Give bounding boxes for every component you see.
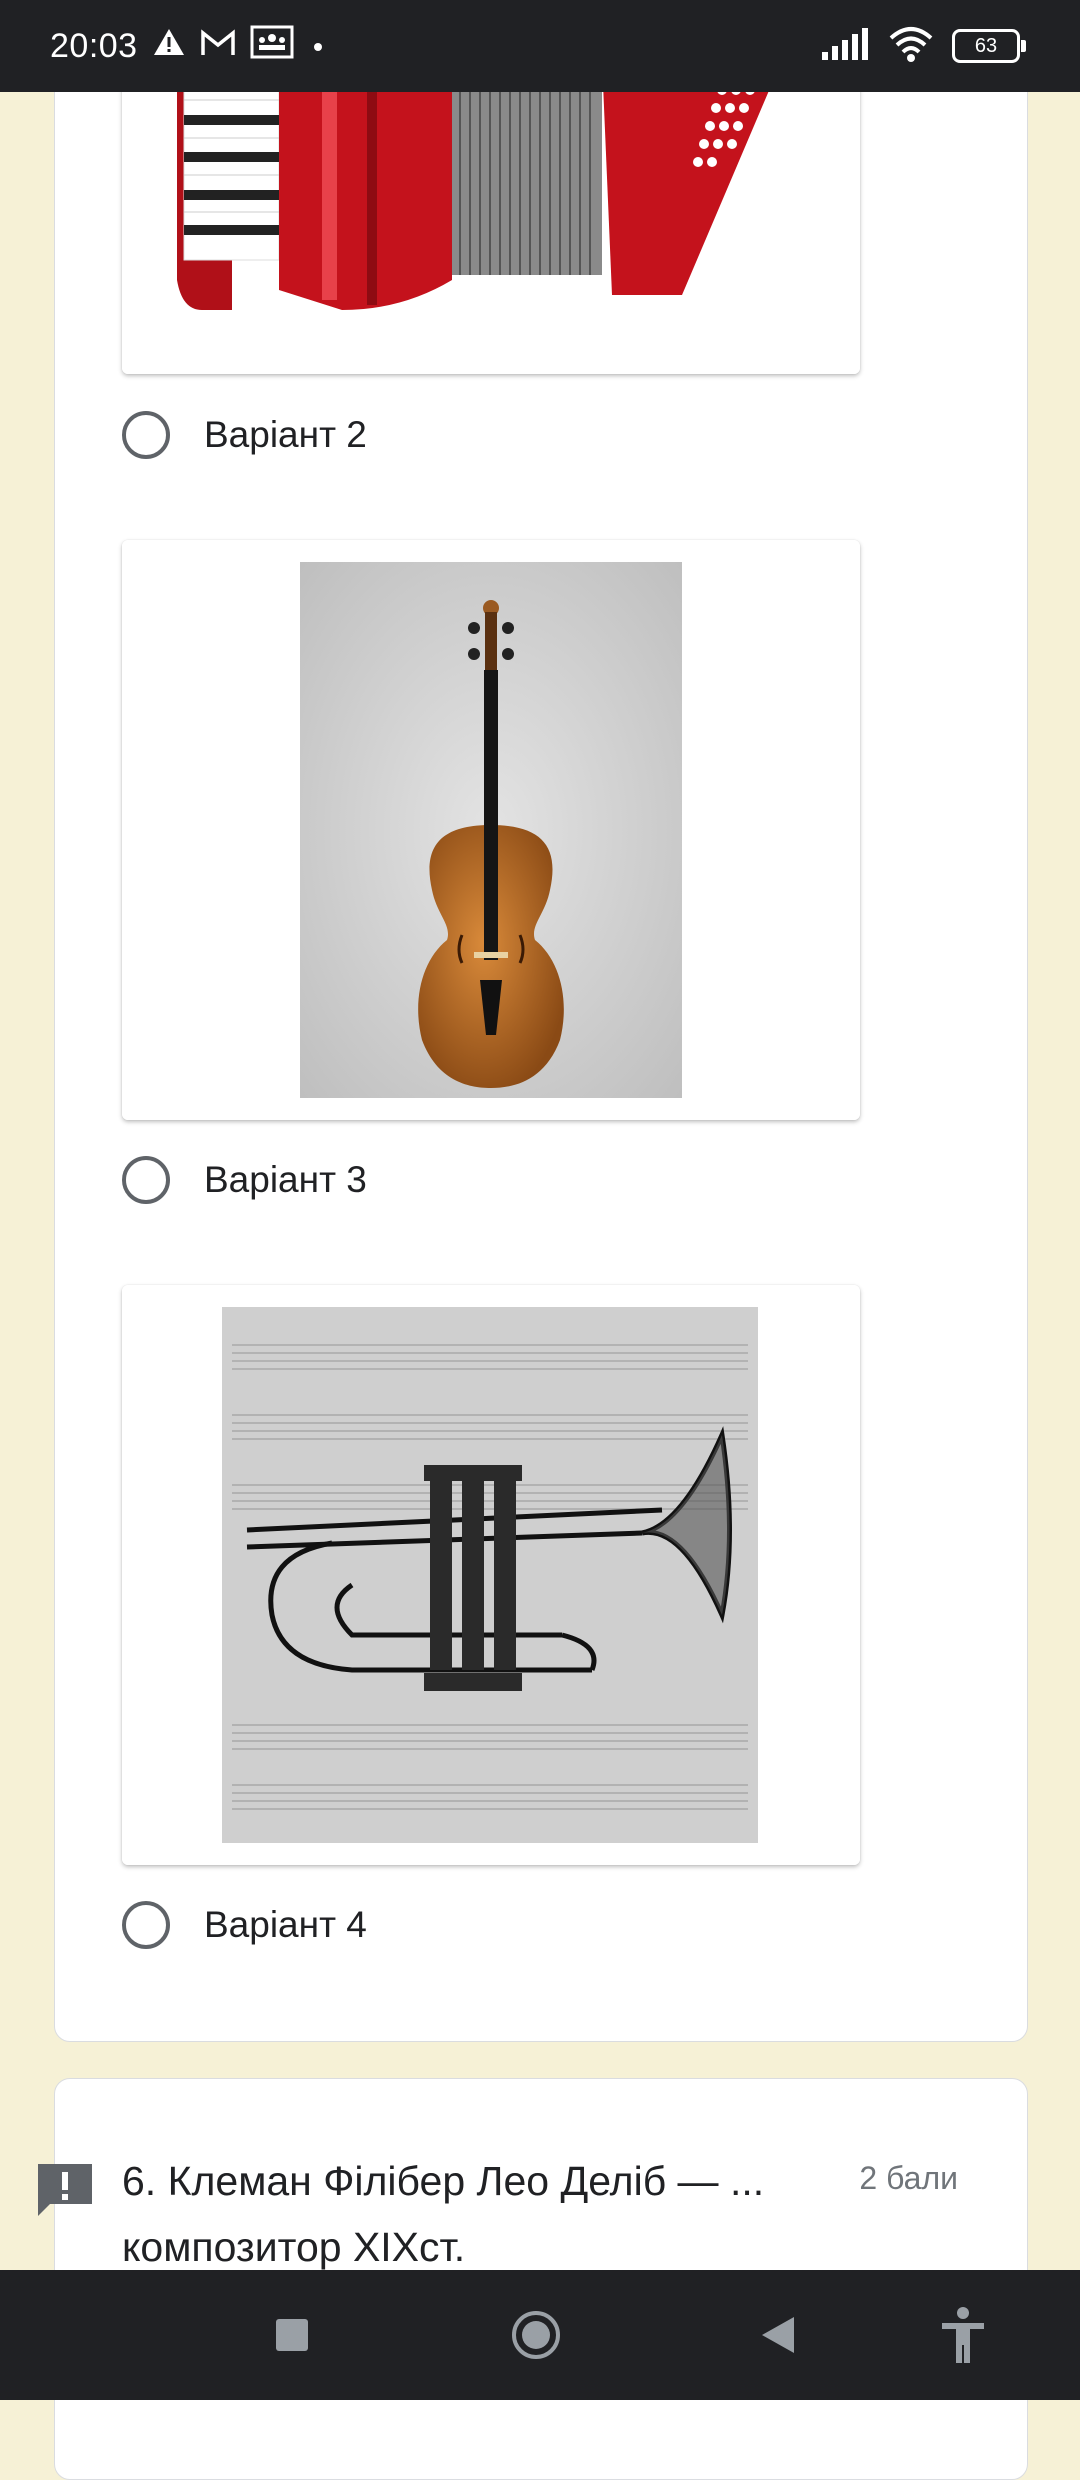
option-variant-3[interactable]: Варіант 3	[122, 1150, 367, 1210]
classroom-icon	[250, 25, 294, 68]
status-bar: 20:03 63	[0, 0, 1080, 92]
option-variant-4[interactable]: Варіант 4	[122, 1895, 367, 1955]
status-time: 20:03	[50, 26, 138, 65]
navigation-bar	[0, 2270, 1080, 2400]
radio-button[interactable]	[122, 1901, 170, 1949]
signal-icon	[822, 27, 870, 65]
option-label: Варіант 4	[204, 1904, 367, 1945]
home-icon[interactable]	[476, 2270, 596, 2400]
question-title-line1: 6. Клеман Філібер Лео Деліб — ...	[122, 2158, 765, 2204]
dot-icon	[308, 27, 328, 66]
feedback-icon[interactable]	[34, 2160, 96, 2220]
option-label: Варіант 2	[204, 414, 367, 455]
back-icon[interactable]	[718, 2270, 838, 2400]
option-image-cornet	[122, 1285, 860, 1865]
recents-icon[interactable]	[232, 2270, 352, 2400]
option-variant-2[interactable]: Варіант 2	[122, 405, 367, 465]
radio-button[interactable]	[122, 411, 170, 459]
wifi-icon	[888, 26, 934, 67]
accessibility-icon[interactable]	[903, 2270, 1023, 2400]
gmail-icon	[200, 27, 236, 66]
option-label: Варіант 3	[204, 1159, 367, 1200]
question-points: 2 бали	[859, 2160, 958, 2196]
option-image-violin	[122, 540, 860, 1120]
option-image-accordion	[122, 60, 860, 374]
battery-level: 63	[974, 34, 998, 57]
question-title: 6. Клеман Філібер Лео Деліб — ... композ…	[122, 2148, 822, 2280]
battery-icon: 63	[952, 29, 1026, 63]
radio-button[interactable]	[122, 1156, 170, 1204]
warning-icon	[152, 27, 186, 66]
